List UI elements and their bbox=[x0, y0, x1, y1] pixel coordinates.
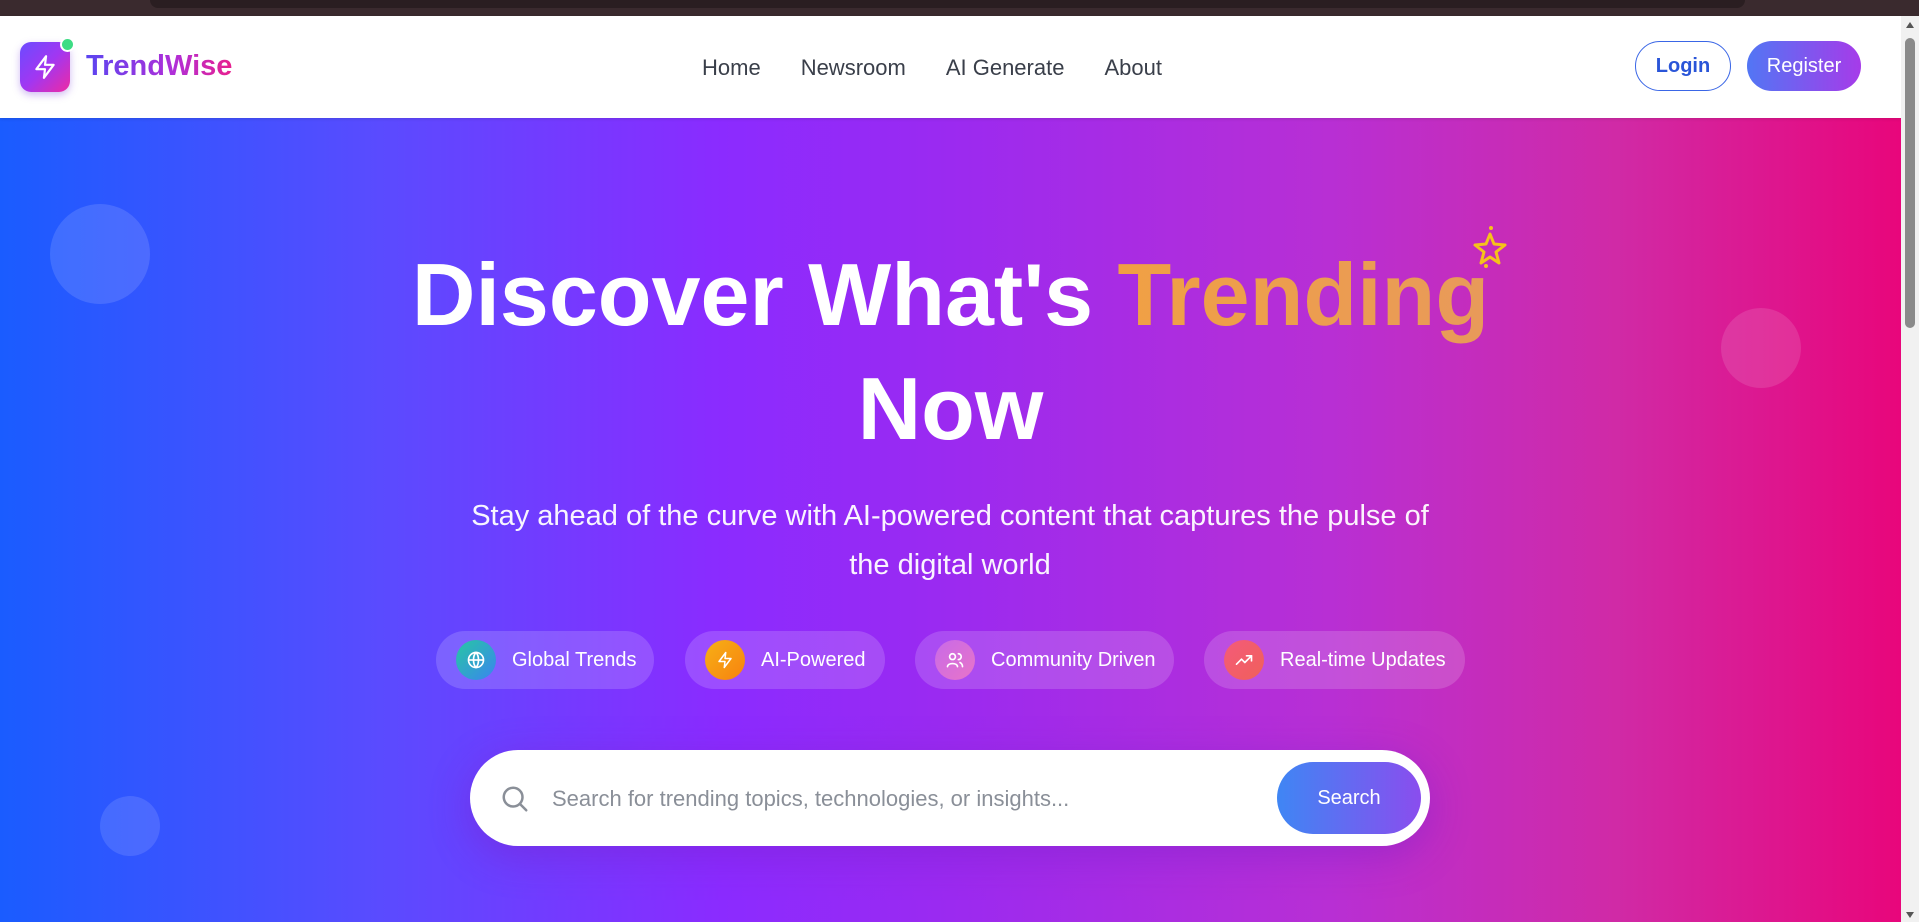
browser-bar bbox=[150, 0, 1745, 8]
search-input[interactable] bbox=[550, 778, 1254, 820]
nav-home[interactable]: Home bbox=[702, 52, 761, 84]
main-nav: Home Newsroom AI Generate About bbox=[702, 52, 1202, 84]
users-icon bbox=[935, 640, 975, 680]
feature-pill-ai-powered: AI-Powered bbox=[685, 631, 885, 689]
feature-pill-community-driven: Community Driven bbox=[915, 631, 1174, 689]
browser-top-strip bbox=[0, 0, 1919, 16]
lightning-icon bbox=[705, 640, 745, 680]
headline-highlight: Trending bbox=[1117, 245, 1490, 344]
lightning-icon bbox=[35, 55, 55, 79]
status-dot bbox=[60, 37, 75, 52]
globe-icon bbox=[456, 640, 496, 680]
hero-section: Discover What's Trending Now Stay ahead … bbox=[0, 118, 1901, 922]
hero-headline-line1: Discover What's Trending bbox=[0, 238, 1901, 352]
login-button[interactable]: Login bbox=[1635, 41, 1731, 91]
feature-pill-global-trends: Global Trends bbox=[436, 631, 654, 689]
scroll-down-arrow-icon[interactable] bbox=[1906, 912, 1914, 918]
search-button[interactable]: Search bbox=[1277, 762, 1421, 834]
nav-newsroom[interactable]: Newsroom bbox=[801, 52, 906, 84]
register-button[interactable]: Register bbox=[1747, 41, 1861, 91]
scrollbar[interactable] bbox=[1901, 16, 1919, 922]
sparkle-icon bbox=[1473, 226, 1507, 268]
search-bar: Search bbox=[470, 750, 1430, 846]
trending-up-icon bbox=[1224, 640, 1264, 680]
decorative-circle bbox=[100, 796, 160, 856]
hero-subtitle: Stay ahead of the curve with AI-powered … bbox=[471, 500, 1429, 581]
scroll-thumb[interactable] bbox=[1905, 38, 1915, 328]
feature-label: Community Driven bbox=[991, 648, 1156, 671]
headline-text: Discover What's bbox=[411, 245, 1118, 344]
brand-name[interactable]: TrendWise bbox=[86, 46, 232, 86]
feature-pills: Global Trends AI-Powered Community Drive… bbox=[0, 631, 1901, 691]
search-icon bbox=[502, 786, 528, 812]
nav-ai-generate[interactable]: AI Generate bbox=[946, 52, 1065, 84]
feature-label: Global Trends bbox=[512, 648, 637, 671]
feature-label: Real-time Updates bbox=[1280, 648, 1446, 671]
hero-headline-line2: Now bbox=[857, 359, 1044, 458]
scroll-up-arrow-icon[interactable] bbox=[1906, 22, 1914, 28]
feature-pill-realtime-updates: Real-time Updates bbox=[1204, 631, 1465, 689]
feature-label: AI-Powered bbox=[761, 648, 866, 671]
site-header: TrendWise Home Newsroom AI Generate Abou… bbox=[0, 16, 1901, 118]
nav-about[interactable]: About bbox=[1104, 52, 1162, 84]
page: TrendWise Home Newsroom AI Generate Abou… bbox=[0, 0, 1919, 922]
